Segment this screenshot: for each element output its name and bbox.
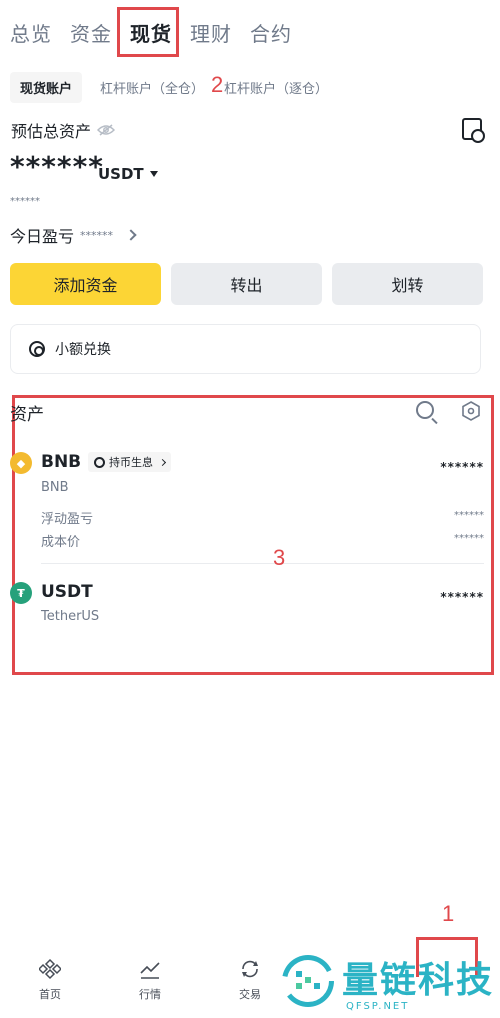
cost-price-label: 成本价 xyxy=(41,535,81,550)
annotation-number-1: 1 xyxy=(442,901,455,926)
balance-equivalent: ****** xyxy=(10,196,40,207)
asset-symbol: BNB xyxy=(41,452,82,472)
markets-chart-icon xyxy=(140,962,160,979)
sub-tabs: 现货账户 杠杆账户（全仓） 杠杆账户（逐仓） xyxy=(10,72,348,103)
watermark: 量链科技 xyxy=(282,955,494,1007)
search-icon[interactable] xyxy=(416,401,434,419)
today-pnl-row[interactable]: 今日盈亏 ****** xyxy=(10,223,137,247)
small-balance-convert[interactable]: 小额兑换 xyxy=(10,324,481,374)
withdraw-button[interactable]: 转出 xyxy=(171,263,322,305)
asset-amount: ****** xyxy=(440,460,484,474)
tab-futures[interactable]: 合约 xyxy=(250,14,300,53)
convert-icon xyxy=(29,341,45,357)
annotation-box-spot-tab xyxy=(117,7,179,57)
nav-home-label: 首页 xyxy=(39,988,61,1001)
asset-symbol: USDT xyxy=(41,582,93,602)
nav-markets[interactable]: 行情 xyxy=(100,950,200,1018)
nav-trade-label: 交易 xyxy=(239,988,261,1001)
watermark-text: 量链科技 xyxy=(342,960,495,1001)
nav-markets-label: 行情 xyxy=(139,988,161,1001)
currency-label: USDT xyxy=(98,165,144,183)
watermark-subtext: QFSP.NET xyxy=(346,1001,410,1012)
cost-price-value: ****** xyxy=(454,533,484,544)
annotation-number-3: 3 xyxy=(273,545,286,570)
tab-overview[interactable]: 总览 xyxy=(10,14,60,53)
settings-hexagon-icon[interactable] xyxy=(461,401,481,421)
home-icon xyxy=(39,958,61,980)
sub-tab-isolated-margin[interactable]: 杠杆账户（逐仓） xyxy=(224,78,328,97)
asset-row-usdt[interactable]: ₮ USDT ****** TetherUS xyxy=(10,582,484,632)
annotation-number-2: 2 xyxy=(211,72,224,97)
sub-tab-cross-margin[interactable]: 杠杆账户（全仓） xyxy=(100,78,204,97)
asset-row-bnb[interactable]: ◆ BNB 持币生息 ****** BNB 浮动盈亏 ****** 成本价 **… xyxy=(10,452,484,552)
today-pnl-value: ****** xyxy=(80,228,114,242)
floating-pnl-label: 浮动盈亏 xyxy=(41,512,94,527)
estimated-total-text: 预估总资产 xyxy=(11,122,92,141)
tab-funding[interactable]: 资金 xyxy=(70,14,120,53)
sub-tab-spot-account[interactable]: 现货账户 xyxy=(10,72,83,103)
transfer-button[interactable]: 划转 xyxy=(332,263,483,305)
hold-earn-badge[interactable]: 持币生息 xyxy=(88,452,171,472)
watermark-logo-icon xyxy=(282,955,334,1007)
today-pnl-label: 今日盈亏 xyxy=(10,227,75,246)
total-balance: ****** xyxy=(10,150,104,183)
assets-title: 资产 xyxy=(10,405,44,425)
asset-amount: ****** xyxy=(440,590,484,604)
history-icon[interactable] xyxy=(462,118,485,143)
asset-name: TetherUS xyxy=(41,609,100,624)
earn-icon xyxy=(94,456,105,468)
trade-icon xyxy=(242,960,258,978)
chevron-right-icon xyxy=(158,458,167,466)
action-buttons: 添加资金 转出 划转 xyxy=(10,263,483,305)
bnb-coin-icon: ◆ xyxy=(10,452,32,474)
convert-label: 小额兑换 xyxy=(55,342,111,358)
floating-pnl-value: ****** xyxy=(454,510,484,521)
chevron-right-icon xyxy=(125,229,137,241)
asset-divider xyxy=(41,563,484,564)
currency-selector[interactable]: USDT xyxy=(98,165,158,183)
tab-earn[interactable]: 理财 xyxy=(190,14,240,53)
usdt-coin-icon: ₮ xyxy=(10,582,32,604)
add-funds-button[interactable]: 添加资金 xyxy=(10,263,161,305)
caret-down-icon xyxy=(149,171,158,177)
estimated-total-label: 预估总资产 xyxy=(11,118,116,142)
nav-home[interactable]: 首页 xyxy=(0,950,100,1018)
asset-name: BNB xyxy=(41,480,69,495)
hold-earn-label: 持币生息 xyxy=(109,456,153,469)
eye-hidden-icon[interactable] xyxy=(97,124,116,136)
